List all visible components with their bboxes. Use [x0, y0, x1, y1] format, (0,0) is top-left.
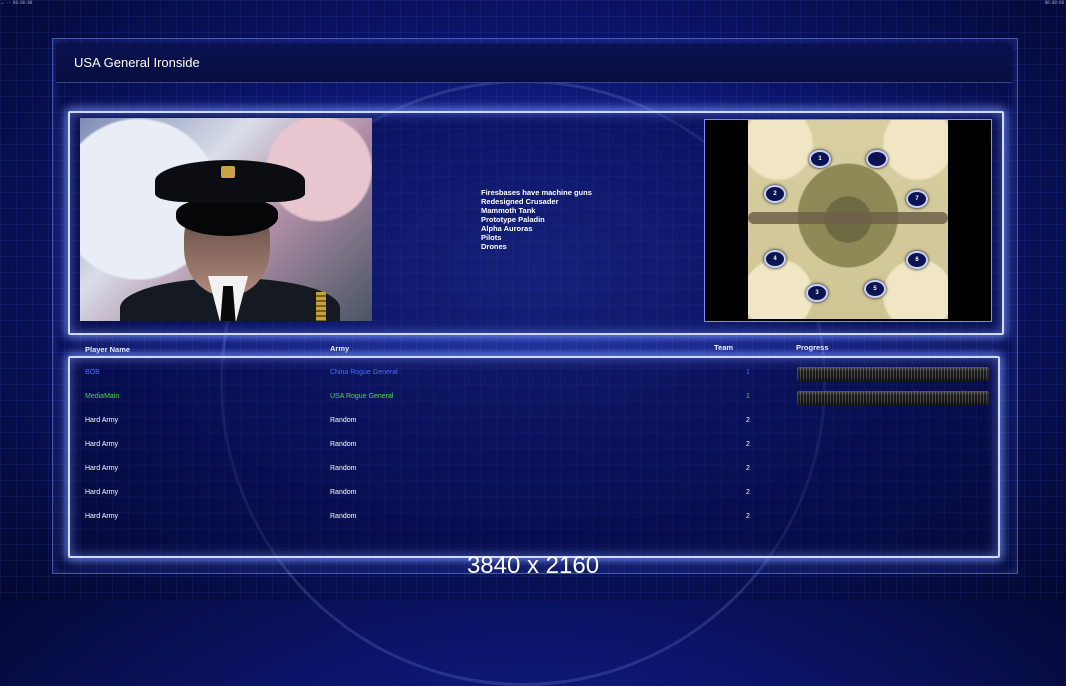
minimap-river: [748, 212, 948, 224]
hat-badge-icon: [221, 166, 235, 178]
top-right-clock: 00:00:00: [1044, 0, 1064, 5]
column-header-player: Player Name: [85, 345, 131, 354]
start-position-marker: 6: [906, 251, 928, 269]
player-row: BOB China Rogue General 1: [0, 367, 1066, 383]
player-row: MediaMain USA Rogue General 1: [0, 391, 1066, 407]
loading-progress-bar: [797, 391, 989, 405]
player-row: Hard Army Random 2: [0, 513, 1066, 527]
player-name: Hard Army: [85, 513, 119, 520]
minimap: 1 2 7 4 6 3 5: [748, 120, 948, 319]
player-team: 2: [746, 441, 750, 448]
player-name: Hard Army: [85, 489, 119, 496]
player-name: Hard Army: [85, 417, 119, 424]
top-left-status: … ⋅⋅ 00:00:00: [1, 0, 33, 5]
general-portrait: [80, 118, 372, 321]
player-army: USA Rogue General: [330, 393, 394, 400]
column-header-progress: Progress: [796, 343, 829, 352]
player-name: BOB: [85, 369, 100, 376]
start-position-marker: 1: [809, 150, 831, 168]
general-title: USA General Ironside: [74, 55, 200, 70]
start-position-marker: 7: [906, 190, 928, 208]
player-army: Random: [330, 513, 357, 520]
feature-item: Pilots: [481, 233, 502, 242]
player-name: Hard Army: [85, 441, 119, 448]
general-features-list: Firesbases have machine guns Redesigned C…: [481, 188, 592, 251]
player-army: Random: [330, 489, 357, 496]
feature-item: Alpha Auroras: [481, 224, 533, 233]
player-team: 2: [746, 489, 750, 496]
player-team: 2: [746, 513, 750, 520]
start-position-marker: 4: [764, 250, 786, 268]
start-position-marker: 5: [864, 280, 886, 298]
feature-item: Prototype Paladin: [481, 215, 545, 224]
player-row: Hard Army Random 2: [0, 489, 1066, 503]
resolution-label: 3840 x 2160: [466, 552, 600, 579]
start-position-marker: 3: [806, 284, 828, 302]
player-army: Random: [330, 441, 357, 448]
feature-item: Firesbases have machine guns: [481, 188, 592, 197]
feature-item: Drones: [481, 242, 507, 251]
player-row: Hard Army Random 2: [0, 465, 1066, 479]
player-row: Hard Army Random 2: [0, 441, 1066, 455]
column-header-army: Army: [330, 344, 350, 353]
portrait-visor: [176, 198, 278, 236]
player-name: Hard Army: [85, 465, 119, 472]
player-team: 1: [746, 369, 750, 376]
player-row: Hard Army Random 2: [0, 417, 1066, 431]
player-team: 2: [746, 417, 750, 424]
feature-item: Mammoth Tank: [481, 206, 536, 215]
shoulder-braid: [316, 292, 326, 321]
player-army: China Rogue General: [330, 369, 398, 376]
column-header-team: Team: [714, 343, 734, 352]
player-team: 1: [746, 393, 750, 400]
start-position-marker: 2: [764, 185, 786, 203]
loading-progress-bar: [797, 367, 989, 381]
player-list-panel: [68, 356, 1000, 558]
player-name: MediaMain: [85, 393, 120, 400]
start-position-marker: [866, 150, 888, 168]
top-status-strip: … ⋅⋅ 00:00:00 00:00:00: [0, 0, 1066, 6]
player-team: 2: [746, 465, 750, 472]
player-army: Random: [330, 417, 357, 424]
feature-item: Redesigned Crusader: [481, 197, 559, 206]
player-army: Random: [330, 465, 357, 472]
